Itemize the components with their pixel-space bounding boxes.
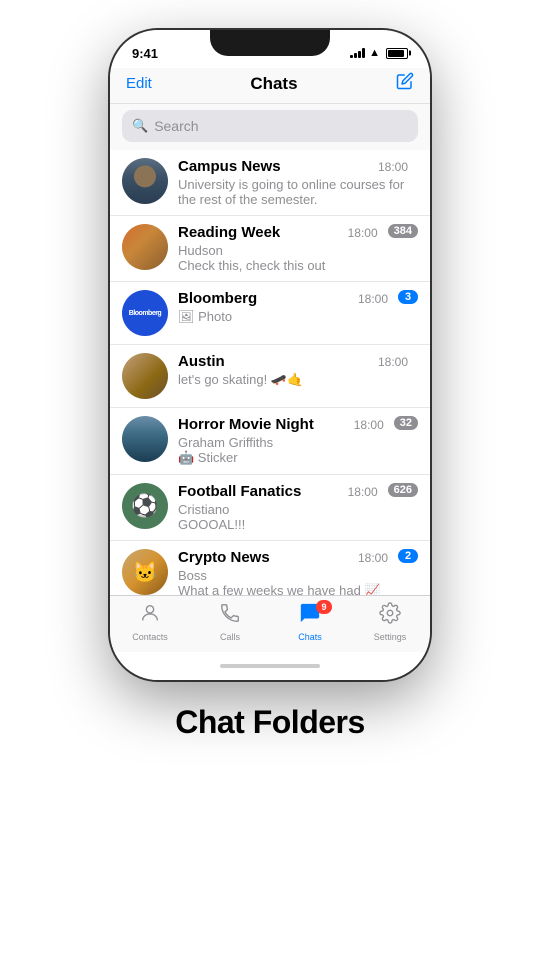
chat-item-crypto-news[interactable]: 🐱 Crypto News 18:00 Boss What a few week… — [110, 541, 430, 595]
chat-content-crypto-news: Crypto News 18:00 Boss What a few weeks … — [178, 549, 388, 595]
avatar-crypto-news: 🐱 — [122, 549, 168, 595]
chat-item-horror-movie-night[interactable]: Horror Movie Night 18:00 Graham Griffith… — [110, 408, 430, 475]
signal-icon — [350, 48, 365, 58]
chat-preview-horror-movie-night: 🤖 Sticker — [178, 450, 384, 466]
avatar-campus-news — [122, 158, 168, 204]
chat-preview-campus-news: University is going to online courses fo… — [178, 177, 408, 207]
tab-label-contacts: Contacts — [132, 632, 168, 642]
badge-crypto-news: 2 — [398, 549, 418, 563]
chat-item-bloomberg[interactable]: Bloomberg Bloomberg 18:00 🖼 Photo 3 — [110, 282, 430, 345]
chat-content-football-fanatics: Football Fanatics 18:00 Cristiano GOOOAL… — [178, 483, 378, 532]
chat-top-row-campus-news: Campus News 18:00 — [178, 158, 408, 175]
battery-icon — [386, 48, 408, 59]
status-time: 9:41 — [132, 46, 158, 61]
tab-calls[interactable]: Calls — [190, 602, 270, 642]
phone-shell: 9:41 ▲ Edit Chats — [110, 30, 430, 680]
chat-content-campus-news: Campus News 18:00 University is going to… — [178, 158, 408, 207]
tab-settings[interactable]: Settings — [350, 602, 430, 642]
chat-time-football-fanatics: 18:00 — [348, 485, 378, 499]
chat-name-austin: Austin — [178, 353, 225, 370]
chat-top-row-football-fanatics: Football Fanatics 18:00 — [178, 483, 378, 500]
tab-contacts[interactable]: Contacts — [110, 602, 190, 642]
chat-sender-crypto-news: Boss — [178, 568, 388, 583]
tab-icon-calls — [219, 602, 241, 630]
avatar-bloomberg: Bloomberg — [122, 290, 168, 336]
search-bar: 🔍 Search — [110, 104, 430, 150]
search-icon: 🔍 — [132, 118, 148, 134]
chat-time-horror-movie-night: 18:00 — [354, 418, 384, 432]
tab-badge-chats: 9 — [316, 600, 332, 614]
chat-time-bloomberg: 18:00 — [358, 292, 388, 306]
chat-preview-reading-week: Check this, check this out — [178, 258, 378, 273]
chat-right-horror-movie-night: 32 — [394, 416, 418, 430]
chat-top-row-austin: Austin 18:00 — [178, 353, 408, 370]
badge-football-fanatics: 626 — [388, 483, 418, 497]
chat-item-austin[interactable]: Austin 18:00 let's go skating! 🛹🤙 — [110, 345, 430, 408]
search-placeholder: Search — [154, 118, 198, 134]
chat-sender-reading-week: Hudson — [178, 243, 378, 258]
avatar-football-fanatics: ⚽ — [122, 483, 168, 529]
chat-top-row-horror-movie-night: Horror Movie Night 18:00 — [178, 416, 384, 433]
tab-icon-settings — [379, 602, 401, 630]
chat-top-row-bloomberg: Bloomberg 18:00 — [178, 290, 388, 307]
chat-sender-football-fanatics: Cristiano — [178, 502, 378, 517]
chat-content-horror-movie-night: Horror Movie Night 18:00 Graham Griffith… — [178, 416, 384, 466]
chat-name-horror-movie-night: Horror Movie Night — [178, 416, 314, 433]
chat-name-reading-week: Reading Week — [178, 224, 280, 241]
chat-right-reading-week: 384 — [388, 224, 418, 238]
avatar-horror-movie-night — [122, 416, 168, 462]
search-input[interactable]: 🔍 Search — [122, 110, 418, 142]
badge-horror-movie-night: 32 — [394, 416, 418, 430]
tab-label-chats: Chats — [298, 632, 322, 642]
chat-time-reading-week: 18:00 — [348, 226, 378, 240]
page-title: Chats — [250, 74, 297, 94]
tab-label-calls: Calls — [220, 632, 240, 642]
tab-chats[interactable]: 9 Chats — [270, 602, 350, 642]
home-indicator — [110, 652, 430, 680]
bottom-title: Chat Folders — [175, 704, 365, 741]
chat-name-crypto-news: Crypto News — [178, 549, 270, 566]
chat-right-football-fanatics: 626 — [388, 483, 418, 497]
chat-right-bloomberg: 3 — [398, 290, 418, 304]
chat-name-football-fanatics: Football Fanatics — [178, 483, 301, 500]
chat-item-campus-news[interactable]: Campus News 18:00 University is going to… — [110, 150, 430, 216]
chat-content-austin: Austin 18:00 let's go skating! 🛹🤙 — [178, 353, 408, 388]
avatar-austin — [122, 353, 168, 399]
chat-preview-bloomberg: 🖼 Photo — [178, 309, 388, 325]
chat-content-reading-week: Reading Week 18:00 Hudson Check this, ch… — [178, 224, 378, 273]
chat-preview-crypto-news: What a few weeks we have had 📈 — [178, 583, 388, 595]
chat-name-bloomberg: Bloomberg — [178, 290, 257, 307]
avatar-reading-week — [122, 224, 168, 270]
chat-time-crypto-news: 18:00 — [358, 551, 388, 565]
chat-name-campus-news: Campus News — [178, 158, 281, 175]
chat-item-football-fanatics[interactable]: ⚽ Football Fanatics 18:00 Cristiano GOOO… — [110, 475, 430, 541]
edit-button[interactable]: Edit — [126, 75, 152, 92]
notch — [210, 30, 330, 56]
wifi-icon: ▲ — [369, 47, 380, 59]
screen: 9:41 ▲ Edit Chats — [110, 30, 430, 680]
status-icons: ▲ — [350, 47, 408, 59]
chat-sender-horror-movie-night: Graham Griffiths — [178, 435, 384, 450]
chat-top-row-crypto-news: Crypto News 18:00 — [178, 549, 388, 566]
chat-preview-football-fanatics: GOOOAL!!! — [178, 517, 378, 532]
nav-header: Edit Chats — [110, 68, 430, 104]
tab-label-settings: Settings — [374, 632, 407, 642]
chat-time-campus-news: 18:00 — [378, 160, 408, 174]
chat-right-crypto-news: 2 — [398, 549, 418, 563]
compose-button[interactable] — [396, 72, 414, 95]
chat-time-austin: 18:00 — [378, 355, 408, 369]
chat-item-reading-week[interactable]: Reading Week 18:00 Hudson Check this, ch… — [110, 216, 430, 282]
chat-preview-austin: let's go skating! 🛹🤙 — [178, 372, 408, 388]
chat-list: Campus News 18:00 University is going to… — [110, 150, 430, 595]
chat-content-bloomberg: Bloomberg 18:00 🖼 Photo — [178, 290, 388, 325]
chat-top-row-reading-week: Reading Week 18:00 — [178, 224, 378, 241]
tab-icon-contacts — [139, 602, 161, 630]
tab-bar: Contacts Calls 9 Chats Settings — [110, 595, 430, 652]
badge-reading-week: 384 — [388, 224, 418, 238]
badge-bloomberg: 3 — [398, 290, 418, 304]
